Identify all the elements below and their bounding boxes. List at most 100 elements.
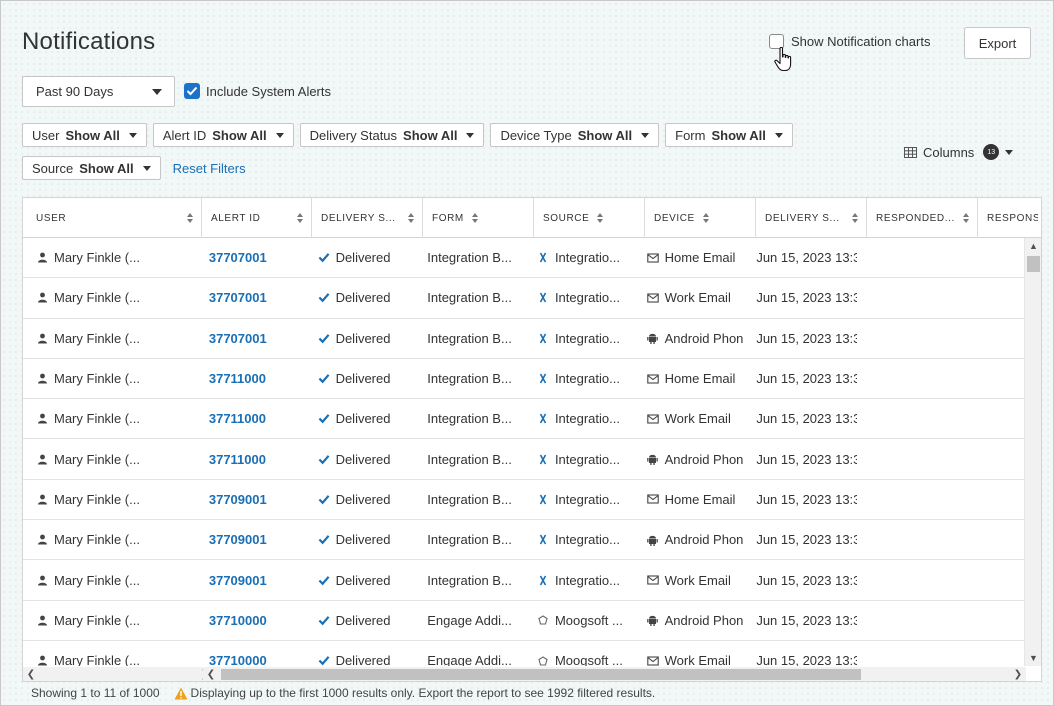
android-icon — [647, 534, 659, 546]
filter-value: Show All — [79, 160, 134, 176]
column-header-label: RESPONSI — [987, 212, 1038, 224]
cell-alert-id-link[interactable]: 37711000 — [200, 411, 309, 426]
cell-source: Integratio... — [528, 411, 638, 426]
table-row[interactable]: Mary Finkle (... 37711000 Delivered Integra… — [23, 359, 1026, 400]
cell-alert-id-link[interactable]: 37710000 — [200, 613, 309, 628]
columns-count-badge: 13 — [983, 144, 1000, 160]
scroll-up-icon[interactable]: ▲ — [1025, 238, 1041, 254]
cell-form: Integration B... — [427, 451, 512, 467]
column-header-response[interactable]: RESPONSI — [978, 198, 1038, 238]
cell-delivered-at: Jun 15, 2023 13:3 — [756, 250, 857, 266]
table-row[interactable]: Mary Finkle (... 37709001 Delivered Integra… — [23, 560, 1026, 601]
cell-delivery-status: Delivered — [309, 452, 419, 467]
cell-alert-id-link[interactable]: 37710000 — [200, 653, 309, 666]
filter-name: Form — [675, 127, 706, 143]
cell-alert-id-link[interactable]: 37711000 — [200, 371, 309, 386]
cell-alert-id-link[interactable]: 37709001 — [200, 492, 309, 507]
cell-user-text: Mary Finkle (... — [54, 572, 140, 588]
table-row[interactable]: Mary Finkle (... 37711000 Delivered Integra… — [23, 399, 1026, 440]
cell-delivered-at: Jun 15, 2023 13:3 — [756, 411, 857, 427]
scroll-left-icon[interactable]: ❮ — [203, 667, 219, 681]
sort-icon — [597, 213, 604, 223]
cell-status-text: Delivered — [335, 572, 391, 588]
table-row[interactable]: Mary Finkle (... 37710000 Delivered Engage … — [23, 601, 1026, 641]
cell-delivery-status: Delivered — [309, 371, 419, 386]
cell-user-text: Mary Finkle (... — [54, 532, 140, 548]
scroll-right-icon[interactable]: ❯ — [1010, 667, 1026, 681]
table-row[interactable]: Mary Finkle (... 37707001 Delivered Integra… — [23, 238, 1026, 279]
column-header-delivered-at[interactable]: DELIVERY S... — [756, 198, 867, 238]
horizontal-scrollbar[interactable]: ❮ ❯ — [203, 667, 1026, 681]
filter-user[interactable]: User Show All — [22, 123, 147, 147]
table-row[interactable]: Mary Finkle (... 37709001 Delivered Integra… — [23, 520, 1026, 561]
column-header-responded[interactable]: RESPONDED... — [867, 198, 978, 238]
filter-name: Alert ID — [162, 127, 207, 143]
cell-alert-id-link[interactable]: 37707001 — [200, 290, 309, 305]
caret-down-icon — [466, 132, 475, 138]
cell-alert-id-link[interactable]: 37707001 — [200, 331, 309, 346]
cell-delivered-at: Jun 15, 2023 13:3 — [756, 330, 857, 346]
results-warning: Displaying up to the first 1000 results … — [174, 686, 655, 700]
column-header-label: ALERT ID — [211, 212, 261, 224]
user-icon — [36, 614, 48, 626]
date-range-select[interactable]: Past 90 Days — [22, 76, 175, 107]
column-header-source[interactable]: SOURCE — [534, 198, 645, 238]
cell-source: Integratio... — [528, 371, 638, 386]
cell-device-text: Home Email — [664, 371, 736, 387]
table-row[interactable]: Mary Finkle (... 37711000 Delivered Integra… — [23, 439, 1026, 480]
cell-user-text: Mary Finkle (... — [54, 451, 140, 467]
filter-row-1: User Show All Alert ID Show All Delivery… — [22, 123, 793, 147]
export-button[interactable]: Export — [964, 27, 1031, 59]
table-row[interactable]: Mary Finkle (... 37707001 Delivered Integra… — [23, 278, 1026, 319]
include-system-alerts-checkbox[interactable] — [184, 83, 200, 99]
filter-form[interactable]: Form Show All — [665, 123, 793, 147]
column-header-user[interactable]: USER — [23, 198, 202, 238]
horizontal-scrollbar-frozen[interactable]: ❮ ❯ — [23, 667, 213, 681]
column-header-delivery-status[interactable]: DELIVERY S... — [312, 198, 423, 238]
filter-alert-id[interactable]: Alert ID Show All — [152, 123, 294, 147]
scrollbar-thumb[interactable] — [221, 669, 861, 680]
cell-alert-id-link[interactable]: 37707001 — [200, 250, 309, 265]
vertical-scrollbar[interactable]: ▲ ▼ — [1024, 238, 1041, 666]
column-header-form[interactable]: FORM — [423, 198, 534, 238]
cell-source: Integratio... — [528, 331, 638, 346]
table-row[interactable]: Mary Finkle (... 37710000 Delivered Engage … — [23, 641, 1026, 666]
table-row[interactable]: Mary Finkle (... 37709001 Delivered Integra… — [23, 480, 1026, 521]
cell-user: Mary Finkle (... — [23, 573, 200, 588]
include-system-alerts-toggle[interactable]: Include System Alerts — [184, 83, 331, 99]
cell-device-text: Work Email — [664, 411, 731, 427]
scrollbar-thumb[interactable] — [1027, 256, 1040, 272]
column-header-alert-id[interactable]: ALERT ID — [202, 198, 312, 238]
checkmark-icon — [318, 252, 330, 264]
checkmark-icon — [318, 614, 330, 626]
columns-label: Columns — [923, 144, 975, 160]
cell-alert-id-link[interactable]: 37709001 — [200, 573, 309, 588]
cell-alert-id-link[interactable]: 37711000 — [200, 452, 309, 467]
integration-icon — [537, 453, 549, 465]
cell-device-text: Android Phon — [664, 451, 744, 467]
cell-source-text: Integratio... — [554, 371, 620, 387]
email-icon — [646, 292, 659, 304]
caret-down-icon — [641, 132, 650, 138]
cell-alert-id-link[interactable]: 37709001 — [200, 532, 309, 547]
cell-status-text: Delivered — [335, 491, 391, 507]
filter-device-type[interactable]: Device Type Show All — [490, 123, 660, 147]
scroll-left-icon[interactable]: ❮ — [23, 667, 39, 681]
columns-menu-button[interactable]: Columns 13 — [904, 144, 1014, 160]
cell-device: Work Email — [638, 411, 748, 426]
cell-status-text: Delivered — [335, 371, 391, 387]
cell-device-text: Android Phon — [664, 532, 744, 548]
cell-source: Integratio... — [528, 250, 638, 265]
reset-filters-link[interactable]: Reset Filters — [173, 161, 246, 176]
cell-device: Work Email — [638, 653, 748, 666]
filter-delivery-status[interactable]: Delivery Status Show All — [299, 123, 485, 147]
email-icon — [646, 252, 659, 264]
column-header-device[interactable]: DEVICE — [645, 198, 756, 238]
cell-device-text: Home Email — [664, 491, 736, 507]
table-row[interactable]: Mary Finkle (... 37707001 Delivered Integra… — [23, 319, 1026, 359]
notifications-table: USER ALERT ID DELIVERY S... FORM SOURCE … — [22, 197, 1042, 682]
filter-source[interactable]: Source Show All — [22, 156, 161, 180]
scroll-down-icon[interactable]: ▼ — [1025, 650, 1041, 666]
cell-source-text: Moogsoft ... — [554, 612, 623, 628]
cell-delivery-status: Delivered — [309, 411, 419, 426]
